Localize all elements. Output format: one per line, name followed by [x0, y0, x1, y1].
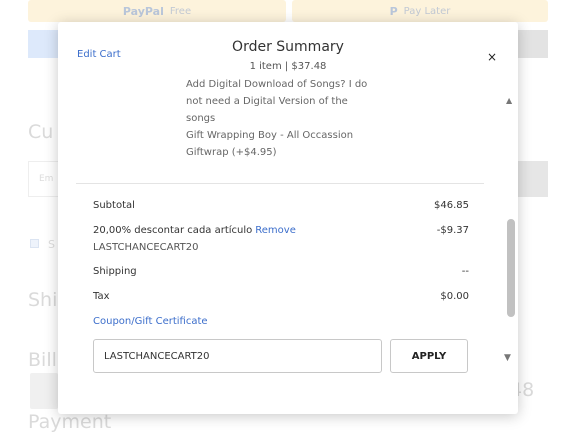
paylater-label: Pay Later [403, 5, 451, 17]
discount-row: 20,00% descontar cada artículo Remove -$9… [93, 225, 469, 236]
tax-row: Tax $0.00 [93, 291, 469, 302]
summary-divider [76, 183, 484, 184]
scroll-down-arrow-icon[interactable]: ▼ [504, 353, 511, 363]
item-option-line: Gift Wrapping Boy - All Occassion [186, 130, 354, 141]
close-icon: × [486, 50, 498, 64]
discount-value: -$9.37 [436, 225, 469, 236]
coupon-code-input[interactable] [93, 339, 382, 373]
billing-heading: Bill [28, 349, 57, 371]
item-option-line: Add Digital Download of Songs? I do [186, 79, 368, 90]
remove-discount-link[interactable]: Remove [255, 225, 296, 236]
shipping-value: -- [461, 266, 469, 277]
item-options-list: Add Digital Download of Songs? I do not … [186, 79, 386, 161]
scroll-up-arrow-icon[interactable]: ▲ [506, 96, 512, 105]
subscribe-label: S [48, 238, 55, 251]
discount-code: LASTCHANCECART20 [93, 242, 199, 253]
paypal-p-icon: P [389, 4, 398, 18]
shipping-heading: Shi [28, 289, 58, 311]
paypal-logo-text: PayPal [122, 4, 164, 18]
item-count-total: 1 item | $37.48 [249, 61, 327, 72]
item-option-line: not need a Digital Version of the [186, 96, 348, 107]
subtotal-label: Subtotal [93, 200, 135, 211]
order-summary-modal: Edit Cart Order Summary 1 item | $37.48 … [58, 22, 518, 414]
coupon-gift-certificate-link[interactable]: Coupon/Gift Certificate [93, 316, 208, 327]
scrollbar-thumb[interactable] [507, 219, 515, 317]
shipping-row: Shipping -- [93, 266, 469, 277]
discount-label: 20,00% descontar cada artículo [93, 225, 253, 236]
payment-heading: Payment [28, 411, 112, 433]
modal-title: Order Summary [232, 39, 344, 55]
close-button[interactable]: × [482, 47, 502, 67]
paypal-sub-label: Free [169, 5, 192, 17]
shipping-label: Shipping [93, 266, 137, 277]
item-option-line: Giftwrap (+$4.95) [186, 147, 277, 158]
paypal-button[interactable]: PayPal Free [28, 0, 286, 22]
paylater-button[interactable]: P Pay Later [292, 0, 548, 22]
subtotal-row: Subtotal $46.85 [93, 200, 469, 211]
tax-label: Tax [93, 291, 110, 302]
subscribe-checkbox[interactable] [30, 239, 39, 248]
apply-coupon-button[interactable]: APPLY [390, 339, 468, 373]
subtotal-value: $46.85 [434, 200, 469, 211]
tax-value: $0.00 [440, 291, 469, 302]
item-option-line: songs [186, 113, 216, 124]
product-thumbnail [30, 373, 58, 409]
customer-heading: Cu [28, 121, 54, 143]
